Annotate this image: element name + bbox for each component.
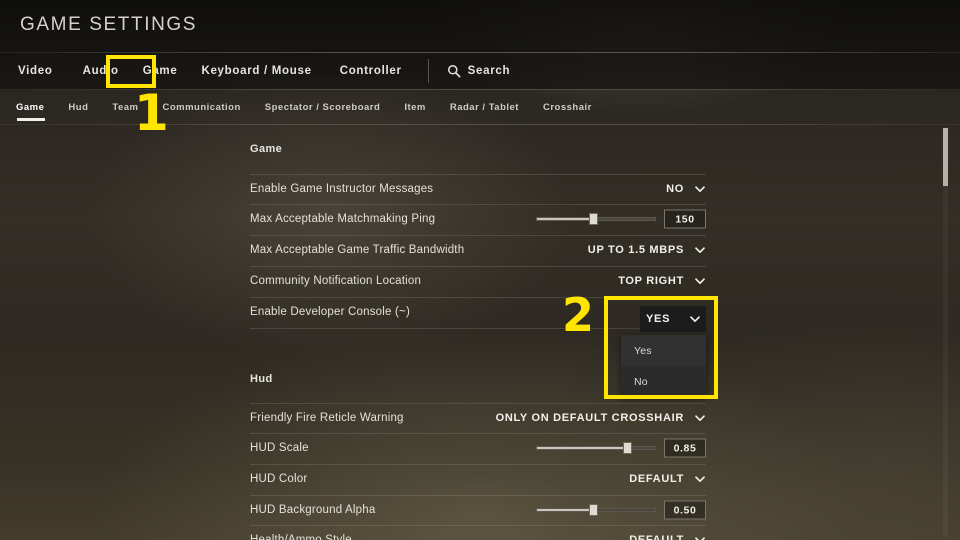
setting-label: Community Notification Location bbox=[250, 275, 421, 287]
section-heading-hud: Hud bbox=[250, 373, 273, 385]
sub-tab-active-underline bbox=[17, 118, 45, 121]
annotation-marker-1: 1 bbox=[134, 88, 169, 138]
slider-knob[interactable] bbox=[589, 504, 598, 516]
scrollbar-track[interactable] bbox=[943, 127, 948, 537]
chevron-down-icon[interactable] bbox=[694, 534, 706, 540]
setting-value: DEFAULT bbox=[629, 534, 684, 540]
setting-row-community-notification-location[interactable]: Community Notification Location TOP RIGH… bbox=[250, 266, 706, 296]
scrollbar-thumb[interactable] bbox=[943, 128, 948, 186]
setting-row-friendly-fire-reticle-warning[interactable]: Friendly Fire Reticle Warning ONLY ON DE… bbox=[250, 403, 706, 433]
tab-separator bbox=[428, 59, 429, 83]
slider-fill bbox=[537, 447, 627, 449]
settings-screen: GAME SETTINGS Video Audio Game Keyboard … bbox=[0, 0, 960, 540]
setting-value: ONLY ON DEFAULT CROSSHAIR bbox=[496, 412, 684, 424]
chevron-down-icon[interactable] bbox=[694, 183, 706, 195]
setting-label: HUD Color bbox=[250, 473, 307, 485]
setting-value: UP TO 1.5 MBPS bbox=[588, 244, 684, 256]
setting-row-hud-background-alpha[interactable]: HUD Background Alpha 0.50 bbox=[250, 495, 706, 525]
setting-value: TOP RIGHT bbox=[618, 275, 684, 287]
setting-row-hud-color[interactable]: HUD Color DEFAULT bbox=[250, 464, 706, 494]
sub-tab-communication[interactable]: Communication bbox=[163, 102, 241, 113]
slider-fill bbox=[537, 218, 592, 220]
setting-row-enable-game-instructor-messages[interactable]: Enable Game Instructor Messages NO bbox=[250, 174, 706, 204]
search-label: Search bbox=[468, 65, 511, 77]
main-tab-controller[interactable]: Controller bbox=[340, 65, 402, 77]
sub-tab-game[interactable]: Game bbox=[16, 102, 44, 113]
setting-label: Enable Game Instructor Messages bbox=[250, 183, 433, 195]
chevron-down-icon[interactable] bbox=[694, 412, 706, 424]
main-tab-keyboard-mouse[interactable]: Keyboard / Mouse bbox=[201, 65, 311, 77]
setting-value: NO bbox=[666, 183, 684, 195]
slider-knob[interactable] bbox=[589, 213, 598, 225]
slider-fill bbox=[537, 509, 592, 511]
hud-background-alpha-slider[interactable] bbox=[536, 507, 656, 513]
matchmaking-ping-slider[interactable] bbox=[536, 216, 656, 222]
annotation-marker-2: 2 bbox=[562, 292, 594, 338]
slider-knob[interactable] bbox=[623, 442, 632, 454]
setting-label: Max Acceptable Game Traffic Bandwidth bbox=[250, 244, 464, 256]
setting-value: DEFAULT bbox=[629, 473, 684, 485]
search-button[interactable]: Search bbox=[447, 64, 511, 78]
sub-tab-crosshair[interactable]: Crosshair bbox=[543, 102, 592, 113]
hud-scale-slider[interactable] bbox=[536, 445, 656, 451]
chevron-down-icon[interactable] bbox=[694, 473, 706, 485]
annotation-highlight-developer-console-dropdown bbox=[604, 296, 718, 399]
setting-label: HUD Scale bbox=[250, 442, 309, 454]
setting-label: Health/Ammo Style bbox=[250, 534, 352, 540]
chevron-down-icon[interactable] bbox=[694, 275, 706, 287]
hud-scale-value[interactable]: 0.85 bbox=[664, 439, 706, 458]
setting-row-max-acceptable-game-traffic-bandwidth[interactable]: Max Acceptable Game Traffic Bandwidth UP… bbox=[250, 235, 706, 265]
setting-label: Enable Developer Console (~) bbox=[250, 306, 410, 318]
setting-label: HUD Background Alpha bbox=[250, 504, 375, 516]
chevron-down-icon[interactable] bbox=[694, 244, 706, 256]
settings-list: Game Enable Game Instructor Messages NO … bbox=[0, 125, 960, 540]
setting-label: Friendly Fire Reticle Warning bbox=[250, 412, 404, 424]
setting-row-health-ammo-style[interactable]: Health/Ammo Style DEFAULT bbox=[250, 525, 706, 540]
setting-label: Max Acceptable Matchmaking Ping bbox=[250, 213, 435, 225]
page-title: GAME SETTINGS bbox=[20, 14, 197, 36]
hud-background-alpha-value[interactable]: 0.50 bbox=[664, 501, 706, 520]
section-heading-game: Game bbox=[250, 143, 282, 155]
sub-tab-hud[interactable]: Hud bbox=[68, 102, 88, 113]
matchmaking-ping-value[interactable]: 150 bbox=[664, 210, 706, 229]
setting-row-hud-scale[interactable]: HUD Scale 0.85 bbox=[250, 433, 706, 463]
sub-tab-item[interactable]: Item bbox=[404, 102, 426, 113]
main-tab-video[interactable]: Video bbox=[18, 65, 53, 77]
search-icon bbox=[447, 64, 461, 78]
sub-tab-spectator-scoreboard[interactable]: Spectator / Scoreboard bbox=[265, 102, 381, 113]
sub-tab-radar-tablet[interactable]: Radar / Tablet bbox=[450, 102, 519, 113]
setting-row-max-acceptable-matchmaking-ping[interactable]: Max Acceptable Matchmaking Ping 150 bbox=[250, 204, 706, 234]
